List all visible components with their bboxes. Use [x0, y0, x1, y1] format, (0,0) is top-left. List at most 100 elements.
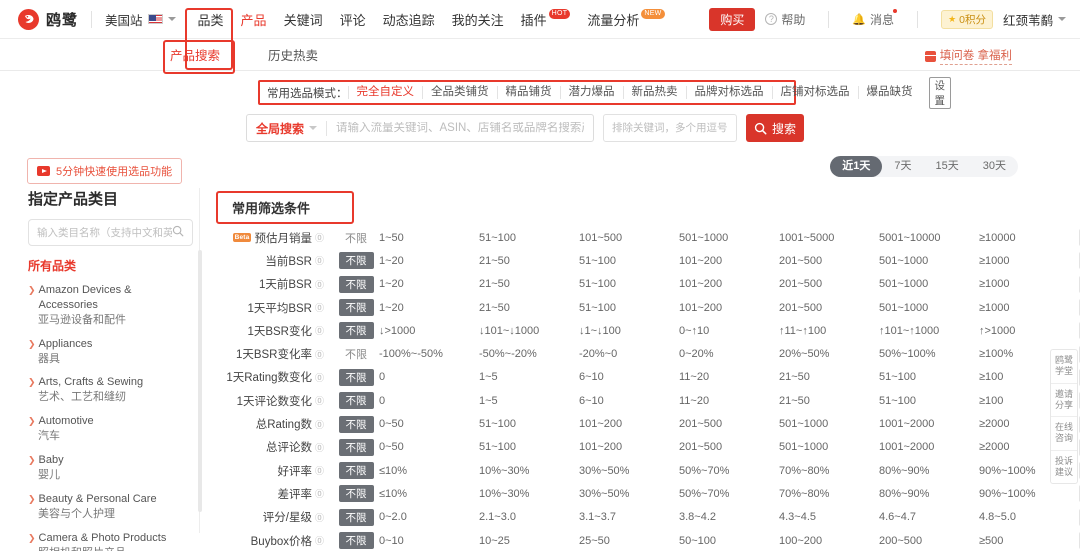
filter-option[interactable]: 51~100: [579, 302, 679, 314]
filter-option[interactable]: 80%~90%: [879, 465, 979, 477]
filter-option[interactable]: 200~500: [879, 535, 979, 547]
filter-unlimited-option[interactable]: 不限: [333, 415, 379, 433]
filter-option[interactable]: 501~1000: [879, 278, 979, 290]
info-icon[interactable]: ⓪: [315, 464, 324, 477]
filter-option[interactable]: 201~500: [679, 418, 779, 430]
nav-item-category[interactable]: 品类: [198, 10, 224, 29]
filter-option[interactable]: 4.8~5.0: [979, 511, 1079, 523]
list-item[interactable]: ❯Camera & Photo Products 照相机和照片产品: [28, 531, 193, 551]
widget-academy[interactable]: 鸥鹭 学堂: [1051, 350, 1077, 384]
filter-option[interactable]: ≤10%: [379, 488, 479, 500]
filter-option[interactable]: 3.1~3.7: [579, 511, 679, 523]
filter-option[interactable]: -100%~-50%: [379, 348, 479, 360]
filter-option[interactable]: ≥1000: [979, 302, 1079, 314]
filter-unlimited-option[interactable]: 不限: [333, 462, 379, 480]
filter-option[interactable]: 4.3~4.5: [779, 511, 879, 523]
info-icon[interactable]: ⓪: [315, 348, 324, 361]
filter-option[interactable]: 11~20: [679, 371, 779, 383]
filter-option[interactable]: 50%~100%: [879, 348, 979, 360]
filter-option[interactable]: 2.1~3.0: [479, 511, 579, 523]
mode-settings-button[interactable]: 设置: [928, 76, 951, 109]
filter-option[interactable]: 201~500: [779, 302, 879, 314]
filter-option[interactable]: 90%~100%: [979, 488, 1079, 500]
filter-option[interactable]: 0~50: [379, 418, 479, 430]
filter-option[interactable]: ≥500: [979, 535, 1079, 547]
mode-item-all-category[interactable]: 全品类铺货: [422, 86, 497, 99]
filter-option[interactable]: 501~1000: [779, 441, 879, 453]
filter-option[interactable]: 101~200: [679, 255, 779, 267]
nav-item-review[interactable]: 评论: [340, 10, 366, 29]
filter-option[interactable]: 30%~50%: [579, 488, 679, 500]
filter-unlimited-option[interactable]: 不限: [333, 392, 379, 410]
filter-option[interactable]: 0~50: [379, 441, 479, 453]
filter-option[interactable]: 1~20: [379, 255, 479, 267]
filter-option[interactable]: 0~20%: [679, 348, 779, 360]
filter-option[interactable]: 5001~10000: [879, 232, 979, 244]
filter-option[interactable]: ≥1000: [979, 278, 1079, 290]
filter-option[interactable]: 1001~2000: [879, 441, 979, 453]
filter-option[interactable]: 501~1000: [679, 232, 779, 244]
filter-option[interactable]: 21~50: [779, 371, 879, 383]
info-icon[interactable]: ⓪: [315, 254, 324, 267]
list-item[interactable]: ❯ Automotive 汽车: [28, 414, 193, 444]
nav-item-traffic-analysis[interactable]: 流量分析 NEW: [587, 8, 665, 29]
list-item[interactable]: ❯ Baby 婴儿: [28, 453, 193, 483]
mode-item-potential[interactable]: 潜力爆品: [559, 86, 623, 99]
info-icon[interactable]: ⓪: [315, 487, 324, 500]
filter-unlimited-option[interactable]: 不限: [333, 252, 379, 270]
mode-item-brand-benchmark[interactable]: 品牌对标选品: [685, 86, 772, 99]
filter-unlimited-option[interactable]: 不限: [333, 438, 379, 456]
filter-option[interactable]: 101~200: [579, 441, 679, 453]
exclude-keyword-input[interactable]: [604, 122, 736, 134]
filter-option[interactable]: 101~200: [679, 302, 779, 314]
mode-item-custom[interactable]: 完全自定义: [347, 86, 423, 99]
day-tab-7[interactable]: 7天: [882, 156, 923, 177]
filter-option[interactable]: 6~10: [579, 371, 679, 383]
filter-unlimited-option[interactable]: 不限: [333, 346, 379, 362]
filter-option[interactable]: 1001~2000: [879, 418, 979, 430]
widget-online-consult[interactable]: 在线 咨询: [1051, 417, 1077, 451]
tab-product-search[interactable]: 产品搜索: [170, 45, 220, 64]
list-item[interactable]: ❯ Arts, Crafts & Sewing 艺术、工艺和缝纫: [28, 375, 193, 405]
filter-option[interactable]: 21~50: [779, 395, 879, 407]
filter-option[interactable]: 30%~50%: [579, 465, 679, 477]
nav-item-product[interactable]: 产品: [241, 10, 267, 29]
filter-option[interactable]: 6~10: [579, 395, 679, 407]
filter-option[interactable]: 0~2.0: [379, 511, 479, 523]
info-icon[interactable]: ⓪: [315, 371, 324, 384]
filter-option[interactable]: 20%~50%: [779, 348, 879, 360]
mode-item-out-of-stock[interactable]: 爆品缺货: [857, 86, 921, 99]
survey-link[interactable]: 填问卷 拿福利: [924, 47, 1012, 65]
day-tab-15[interactable]: 15天: [924, 156, 971, 177]
brand-logo[interactable]: 鸥鹭: [18, 8, 78, 30]
info-icon[interactable]: ⓪: [315, 534, 324, 547]
list-item[interactable]: ❯ Appliances 器具: [28, 337, 193, 367]
info-icon[interactable]: ⓪: [315, 278, 324, 291]
filter-option[interactable]: 51~100: [879, 395, 979, 407]
filter-option[interactable]: -20%~0: [579, 348, 679, 360]
info-icon[interactable]: ⓪: [315, 418, 324, 431]
mode-item-premium[interactable]: 精品铺货: [496, 86, 560, 99]
nav-item-tracking[interactable]: 动态追踪: [383, 10, 435, 29]
filter-option[interactable]: 0~↑10: [679, 325, 779, 337]
search-icon[interactable]: [172, 225, 184, 240]
filter-option[interactable]: 201~500: [779, 255, 879, 267]
filter-unlimited-option[interactable]: 不限: [333, 508, 379, 526]
filter-option[interactable]: 101~200: [679, 278, 779, 290]
filter-option[interactable]: 50%~70%: [679, 465, 779, 477]
filter-option[interactable]: 100~200: [779, 535, 879, 547]
filter-option[interactable]: 201~500: [779, 278, 879, 290]
message-button[interactable]: 🔔 消息: [852, 8, 898, 28]
filter-option[interactable]: 1~20: [379, 278, 479, 290]
filter-option[interactable]: 21~50: [479, 278, 579, 290]
filter-option[interactable]: 51~100: [579, 255, 679, 267]
filter-option[interactable]: ↑>1000: [979, 325, 1079, 337]
filter-option[interactable]: 21~50: [479, 255, 579, 267]
filter-option[interactable]: 51~100: [579, 278, 679, 290]
day-tab-1[interactable]: 近1天: [830, 156, 883, 177]
filter-option[interactable]: 25~50: [579, 535, 679, 547]
filter-option[interactable]: 1~50: [379, 232, 479, 244]
filter-option[interactable]: 11~20: [679, 395, 779, 407]
filter-option[interactable]: 51~100: [479, 232, 579, 244]
filter-unlimited-option[interactable]: 不限: [333, 368, 379, 386]
